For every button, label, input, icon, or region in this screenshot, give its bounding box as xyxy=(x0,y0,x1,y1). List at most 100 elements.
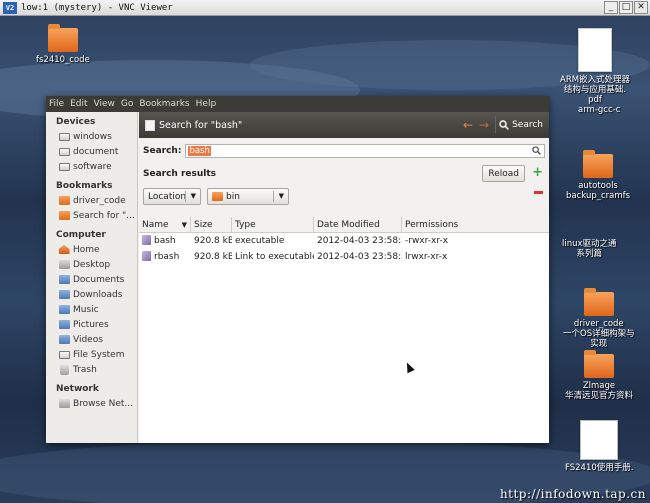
minimize-button[interactable]: _ xyxy=(604,1,618,14)
watermark-url: http://infodown.tap.cn xyxy=(499,487,646,501)
search-panel: Search: bash Search results Reload + Loc… xyxy=(139,138,549,217)
documents-folder-icon xyxy=(58,275,70,284)
menu-edit[interactable]: Edit xyxy=(70,99,87,109)
back-button[interactable]: ← xyxy=(463,118,473,132)
home-icon xyxy=(58,245,70,254)
column-header-date-modified[interactable]: Date Modified xyxy=(314,217,402,233)
sidebar-item-home[interactable]: Home xyxy=(46,242,137,257)
close-button[interactable]: ✕ xyxy=(634,1,648,14)
folder-icon xyxy=(58,196,70,205)
menu-bar: File Edit View Go Bookmarks Help xyxy=(46,96,549,112)
sidebar-item-software[interactable]: software xyxy=(46,159,137,174)
location-title: Search for "bash" xyxy=(159,119,243,131)
column-header-size[interactable]: Size xyxy=(191,217,232,233)
sidebar-item-documents[interactable]: Documents xyxy=(46,272,137,287)
column-header-permissions[interactable]: Permissions xyxy=(402,217,549,233)
file-manager-window: File Edit View Go Bookmarks Help Devices… xyxy=(46,96,549,443)
sidebar-item-search[interactable]: Search for "... xyxy=(46,208,137,223)
main-pane: Search for "bash" ← → Search Search: bas… xyxy=(139,112,549,443)
chevron-down-icon: ▼ xyxy=(190,192,196,200)
drive-icon xyxy=(58,162,70,171)
executable-file-icon xyxy=(142,235,151,245)
folder-icon xyxy=(583,288,614,316)
search-input-value: bash xyxy=(188,146,211,156)
table-row[interactable]: rbash 920.8 kB Link to executable 2012-0… xyxy=(139,250,549,265)
folder-combo[interactable]: bin ▼ xyxy=(207,188,289,205)
search-results-heading: Search results xyxy=(143,169,217,179)
folder-icon xyxy=(58,211,70,220)
sidebar-item-downloads[interactable]: Downloads xyxy=(46,287,137,302)
sidebar-item-document[interactable]: document xyxy=(46,144,137,159)
desktop-icon-fs2410-manual[interactable]: FS2410使用手册. xyxy=(565,420,633,473)
sidebar-item-desktop[interactable]: Desktop xyxy=(46,257,137,272)
menu-help[interactable]: Help xyxy=(196,99,217,109)
menu-go[interactable]: Go xyxy=(121,99,133,109)
trash-icon xyxy=(59,364,69,375)
search-input[interactable]: bash xyxy=(185,144,546,158)
search-icon xyxy=(499,119,509,130)
search-document-icon xyxy=(145,119,155,131)
desktop-icon xyxy=(58,260,70,269)
menu-file[interactable]: File xyxy=(49,99,64,109)
forward-button[interactable]: → xyxy=(479,118,489,132)
downloads-folder-icon xyxy=(58,290,70,299)
location-combo[interactable]: Location ▼ xyxy=(143,188,201,205)
desktop-icon-label: FS2410使用手册. xyxy=(565,463,634,473)
desktop-icon-label: driver_code 一个OS详细构架与 实现 xyxy=(563,319,635,349)
maximize-button[interactable]: □ xyxy=(619,1,633,14)
sidebar-item-music[interactable]: Music xyxy=(46,302,137,317)
sidebar-item-browse-network[interactable]: Browse Net... xyxy=(46,396,137,411)
menu-bookmarks[interactable]: Bookmarks xyxy=(139,99,189,109)
folder-icon xyxy=(47,24,78,52)
reload-button[interactable]: Reload xyxy=(482,165,525,182)
drive-icon xyxy=(58,147,70,156)
add-criteria-icon[interactable]: + xyxy=(532,166,543,179)
vnc-window-title: low:1 (mystery) - VNC Viewer xyxy=(21,2,173,13)
drive-icon xyxy=(58,132,70,141)
desktop-icon-label: fs2410_code xyxy=(36,55,90,65)
sidebar-item-pictures[interactable]: Pictures xyxy=(46,317,137,332)
sidebar-heading-devices: Devices xyxy=(56,117,96,127)
desktop-icon-label: autotools backup_cramfs xyxy=(566,181,631,201)
videos-folder-icon xyxy=(58,335,70,344)
desktop-icon-label: arm-gcc-c xyxy=(578,105,621,115)
toolbar: Search for "bash" ← → Search xyxy=(139,112,549,138)
music-folder-icon xyxy=(58,305,70,314)
sidebar-item-windows[interactable]: windows xyxy=(46,129,137,144)
desktop-icon-autotools[interactable]: autotools backup_cramfs xyxy=(566,150,631,201)
executable-link-icon xyxy=(142,251,151,261)
sort-down-icon: ▼ xyxy=(181,221,187,229)
table-row[interactable]: bash 920.8 kB executable 2012-04-03 23:5… xyxy=(139,234,549,249)
drive-icon xyxy=(58,350,70,359)
desktop-icon-label: ARM嵌入式处理器 结构与应用基础. pdf xyxy=(560,75,631,105)
sidebar-item-videos[interactable]: Videos xyxy=(46,332,137,347)
sidebar-item-file-system[interactable]: File System xyxy=(46,347,137,362)
pictures-folder-icon xyxy=(58,320,70,329)
search-toggle-button[interactable]: Search xyxy=(495,116,546,133)
sidebar-heading-network: Network xyxy=(56,384,99,394)
desktop-icon-arm-gcc[interactable]: arm-gcc-c xyxy=(578,102,620,115)
desktop-icon-fs2410-code[interactable]: fs2410_code xyxy=(36,24,90,65)
search-icon xyxy=(532,146,542,155)
desktop-icon-zimage[interactable]: Zlmage 华清远见官方资料 xyxy=(565,350,634,401)
desktop-icon-label: linux驱动之通 系列篇 xyxy=(562,239,617,259)
sidebar-item-trash[interactable]: Trash xyxy=(46,362,137,377)
desktop-icon-linux-driver[interactable]: linux驱动之通 系列篇 xyxy=(562,236,617,259)
folder-icon xyxy=(583,150,614,178)
network-icon xyxy=(58,399,70,408)
column-header-name[interactable]: Name ▼ xyxy=(139,217,191,233)
column-header-type[interactable]: Type xyxy=(232,217,314,233)
sidebar-heading-bookmarks: Bookmarks xyxy=(56,181,113,191)
desktop-icon-label: Zlmage 华清远见官方资料 xyxy=(565,381,634,401)
desktop-icon-arm-pdf[interactable]: ARM嵌入式处理器 结构与应用基础. pdf xyxy=(560,28,630,105)
desktop-icon-driver-code[interactable]: driver_code 一个OS详细构架与 实现 xyxy=(563,288,635,349)
results-table-header: Name ▼ Size Type Date Modified Permission… xyxy=(139,217,549,233)
search-label: Search: xyxy=(143,146,182,156)
remove-criteria-icon[interactable] xyxy=(534,191,543,194)
places-sidebar: Devices windows document software Bookma… xyxy=(46,112,138,443)
sidebar-heading-computer: Computer xyxy=(56,230,106,240)
chevron-down-icon: ▼ xyxy=(278,192,284,200)
vnc-title-bar: V2 low:1 (mystery) - VNC Viewer _ □ ✕ xyxy=(0,0,650,16)
menu-view[interactable]: View xyxy=(94,99,115,109)
sidebar-item-driver-code[interactable]: driver_code xyxy=(46,193,137,208)
